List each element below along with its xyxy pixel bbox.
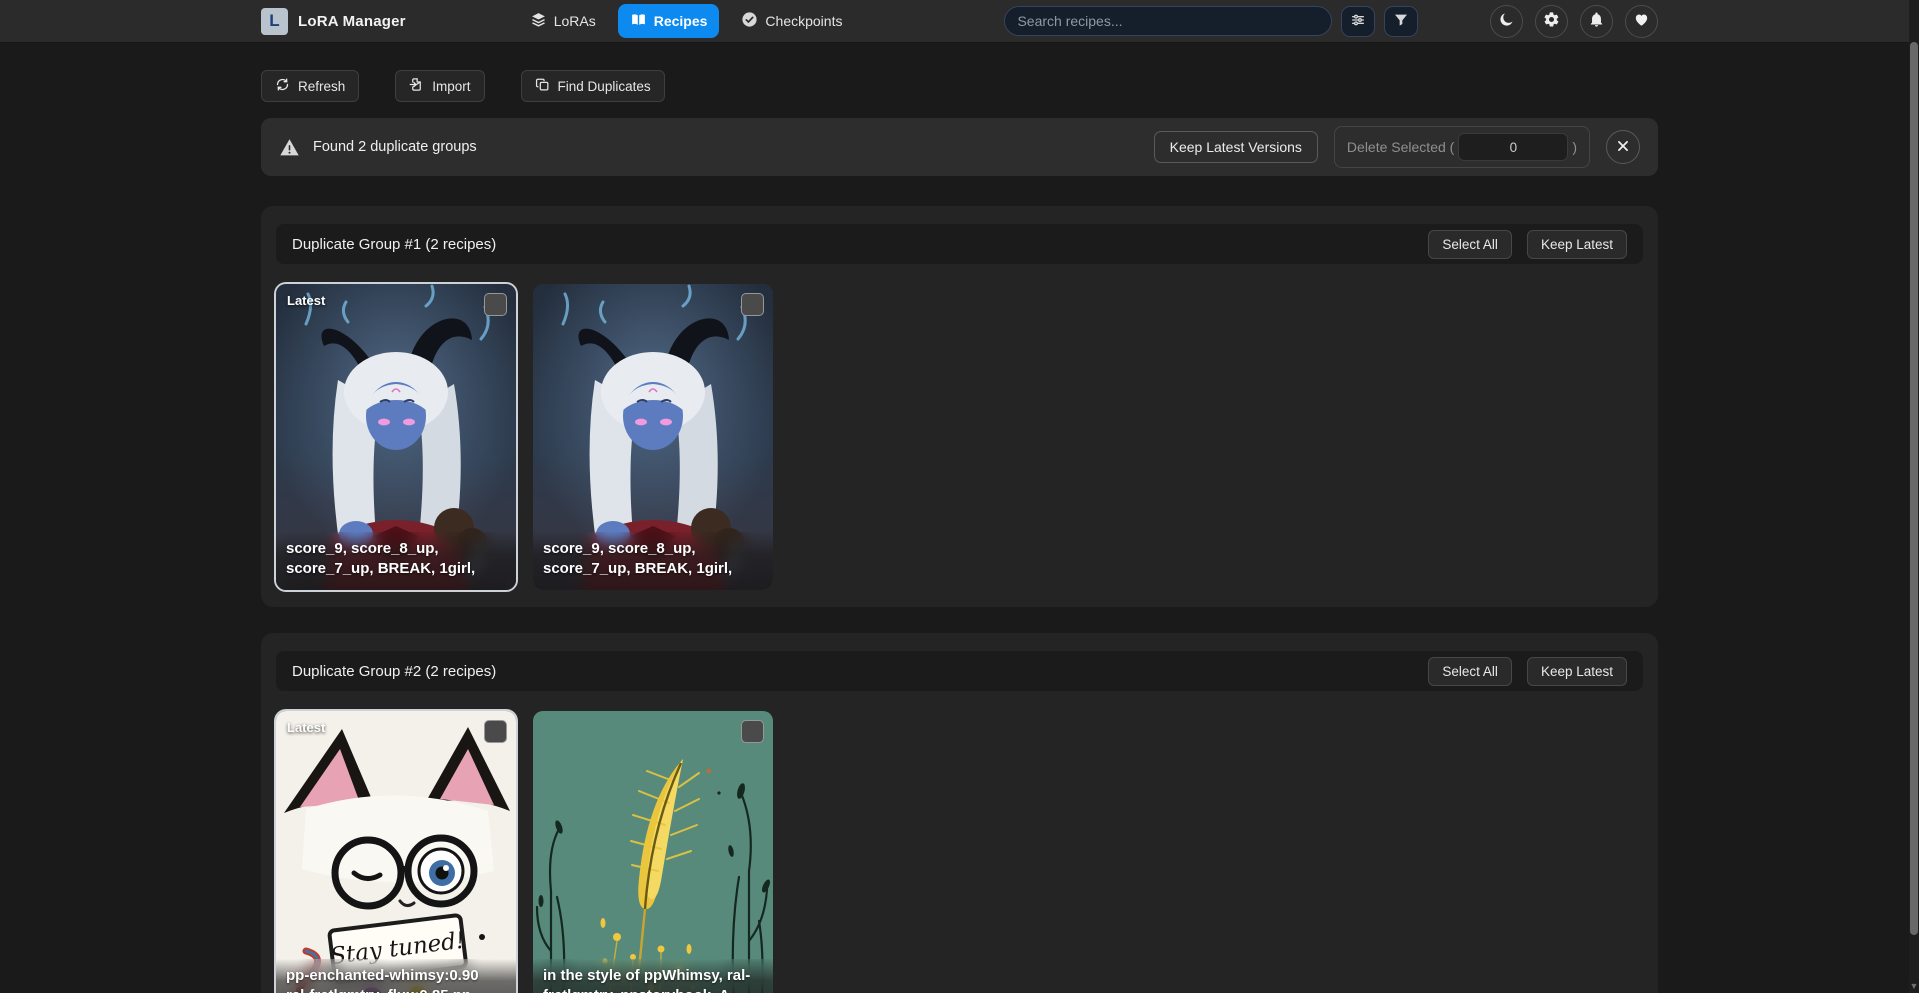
heart-icon [1633, 11, 1650, 31]
scrollbar[interactable]: ▼ [1909, 0, 1919, 993]
close-icon [1616, 139, 1630, 156]
recipe-caption: score_9, score_8_up, score_7_up, BREAK, … [276, 532, 516, 590]
layers-icon [530, 11, 547, 31]
group-2-select-all-button[interactable]: Select All [1428, 657, 1512, 686]
bell-icon [1588, 11, 1605, 31]
group-2-title: Duplicate Group #2 (2 recipes) [292, 663, 496, 680]
tab-loras-label: LoRAs [554, 13, 596, 29]
group-1-select-all-button[interactable]: Select All [1428, 230, 1512, 259]
recipe-caption: pp-enchanted-whimsy:0.90 ral-frctlgmtry_… [276, 959, 516, 993]
import-label: Import [432, 79, 470, 94]
recipe-checkbox[interactable] [484, 293, 507, 316]
sliders-icon [1350, 12, 1366, 31]
group-2-header: Duplicate Group #2 (2 recipes) Select Al… [276, 651, 1643, 691]
recipe-checkbox[interactable] [484, 720, 507, 743]
search-group [1004, 6, 1418, 37]
delete-selected-prefix: Delete Selected ( [1347, 139, 1454, 155]
app-logo[interactable]: L LoRA Manager [261, 8, 406, 35]
recipe-checkbox[interactable] [741, 720, 764, 743]
banner-close-button[interactable] [1606, 130, 1640, 164]
duplicate-group-1: Duplicate Group #1 (2 recipes) Select Al… [261, 206, 1658, 607]
app-viewport: L LoRA Manager LoRAs [0, 0, 1919, 993]
recipe-image-whimsy-cat: Stay tuned! [276, 711, 516, 993]
gear-icon [1543, 11, 1560, 31]
group-1-keep-latest-button[interactable]: Keep Latest [1527, 230, 1627, 259]
notifications-button[interactable] [1580, 5, 1613, 38]
nav-actions [1490, 5, 1658, 38]
tab-recipes-label: Recipes [654, 13, 708, 29]
scrollbar-down-arrow[interactable]: ▼ [1909, 981, 1919, 991]
search-box[interactable] [1004, 6, 1332, 36]
check-circle-icon [741, 11, 758, 31]
app-title: LoRA Manager [298, 13, 406, 30]
warning-triangle-icon [279, 137, 300, 158]
import-button[interactable]: Import [395, 70, 484, 102]
refresh-button[interactable]: Refresh [261, 70, 359, 102]
tab-checkpoints-label: Checkpoints [765, 13, 842, 29]
latest-badge: Latest [287, 293, 325, 308]
settings-button[interactable] [1535, 5, 1568, 38]
recipe-card[interactable]: Stay tuned! [276, 711, 516, 993]
find-duplicates-label: Find Duplicates [558, 79, 651, 94]
refresh-label: Refresh [298, 79, 345, 94]
navbar: L LoRA Manager LoRAs [0, 0, 1919, 43]
recipe-card[interactable]: in the style of ppWhimsy, ral-frctlgmtry… [533, 711, 773, 993]
group-2-keep-latest-button[interactable]: Keep Latest [1527, 657, 1627, 686]
recipe-card[interactable]: score_9, score_8_up, score_7_up, BREAK, … [533, 284, 773, 590]
delete-selected-button[interactable]: Delete Selected ( ) [1334, 126, 1590, 168]
scrollbar-thumb[interactable] [1910, 42, 1918, 935]
logo-icon: L [261, 8, 288, 35]
delete-selected-suffix: ) [1572, 139, 1577, 155]
group-1-title: Duplicate Group #1 (2 recipes) [292, 236, 496, 253]
toolbar: Refresh Import Find Dupl [261, 70, 1658, 102]
nav-tabs: LoRAs Recipes [518, 4, 855, 38]
tab-loras[interactable]: LoRAs [518, 4, 608, 38]
latest-badge: Latest [287, 720, 325, 735]
funnel-icon [1393, 12, 1409, 31]
recipe-image-yellow-feather [533, 711, 773, 993]
keep-latest-versions-button[interactable]: Keep Latest Versions [1154, 131, 1318, 163]
duplicates-banner: Found 2 duplicate groups Keep Latest Ver… [261, 118, 1658, 176]
search-input[interactable] [1017, 13, 1319, 29]
duplicate-group-2: Duplicate Group #2 (2 recipes) Select Al… [261, 633, 1658, 993]
banner-message: Found 2 duplicate groups [313, 139, 477, 155]
moon-icon [1498, 11, 1515, 31]
import-icon [409, 77, 424, 95]
theme-toggle-button[interactable] [1490, 5, 1523, 38]
recipe-caption: score_9, score_8_up, score_7_up, BREAK, … [533, 532, 773, 590]
book-icon [630, 11, 647, 31]
tab-checkpoints[interactable]: Checkpoints [729, 4, 854, 38]
tab-recipes[interactable]: Recipes [618, 4, 720, 38]
recipe-card[interactable]: Latest score_9, score_8_up, score_7_up, … [276, 284, 516, 590]
selected-count-input[interactable] [1458, 133, 1568, 161]
copy-icon [535, 77, 550, 95]
advanced-filters-button[interactable] [1341, 6, 1375, 37]
refresh-icon [275, 77, 290, 95]
find-duplicates-button[interactable]: Find Duplicates [521, 70, 665, 102]
recipe-checkbox[interactable] [741, 293, 764, 316]
filter-button[interactable] [1384, 6, 1418, 37]
group-1-header: Duplicate Group #1 (2 recipes) Select Al… [276, 224, 1643, 264]
recipe-caption: in the style of ppWhimsy, ral-frctlgmtry… [533, 959, 773, 993]
favorites-button[interactable] [1625, 5, 1658, 38]
